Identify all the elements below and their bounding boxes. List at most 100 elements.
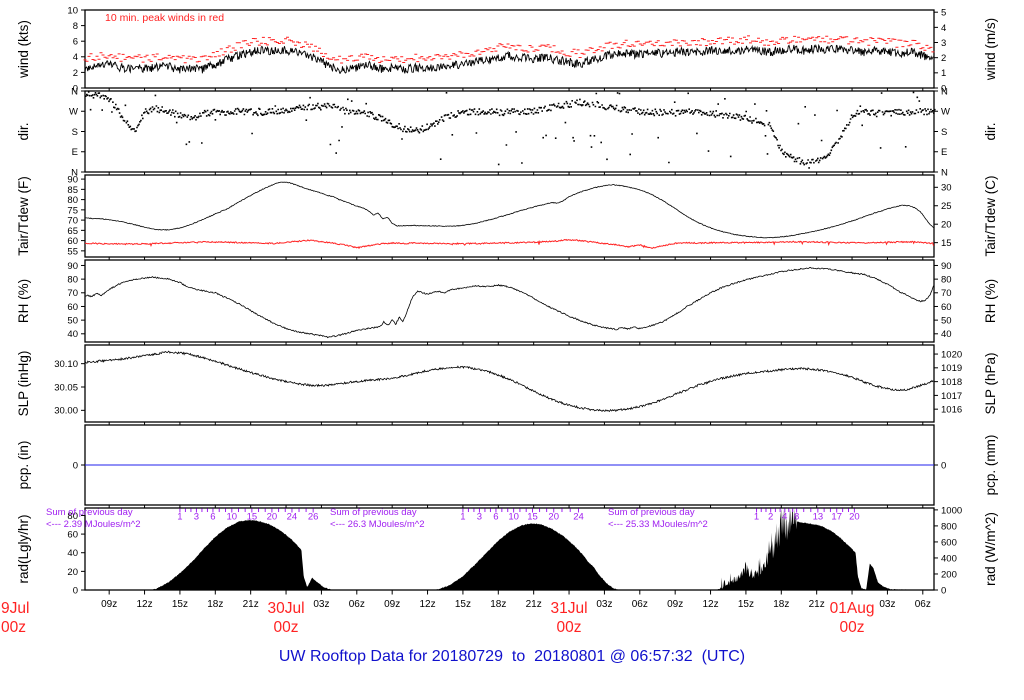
y-tick-label: 4: [941, 23, 946, 34]
sum-annotation: Sum of previous day: [46, 507, 133, 518]
x-axis-labels: 09z 12z 15z 18z 21z 03z 06z 09z 12z 15z 18z 21z 03z 0…: [1, 599, 931, 636]
cum-label: 20: [267, 512, 278, 523]
x-hour-label: 09z: [101, 599, 117, 610]
cum-label: 4: [782, 512, 787, 523]
panel-rad: 80604020010008006004002000rad(Lgly/hr) ra…: [16, 505, 998, 596]
axis-title-right: rad (W/m^2): [983, 512, 998, 586]
panel-dir: NWSENNWSENdir. dir.: [16, 86, 998, 178]
axis-title-left: dir.: [16, 122, 31, 140]
x-date-label: 00z: [274, 619, 299, 636]
y-tick-label: 0: [73, 460, 78, 471]
series-wind-avg: [84, 43, 934, 74]
y-tick-label: 0: [941, 460, 946, 471]
y-tick-label: S: [72, 127, 78, 138]
series-tdew: [84, 238, 934, 250]
x-hour-label: 09z: [667, 599, 683, 610]
x-date-label-clipped: 00z: [1, 619, 26, 636]
y-tick-label: 80: [941, 275, 952, 286]
cum-label: 8: [794, 512, 799, 523]
y-tick-label: 1018: [941, 377, 962, 388]
y-tick-label: 60: [941, 302, 952, 313]
x-hour-label: 21z: [809, 599, 825, 610]
y-tick-label: 1: [941, 68, 946, 79]
x-hour-label: 18z: [207, 599, 223, 610]
y-tick-label: 80: [67, 275, 78, 286]
cum-label: 2: [768, 512, 773, 523]
y-tick-label: 0: [73, 585, 78, 596]
y-tick-label: E: [72, 147, 78, 158]
axis-title-left: pcp. (in): [16, 441, 31, 490]
series-wind-dir: [85, 91, 936, 174]
cum-label: 17: [831, 512, 842, 523]
y-tick-label: 90: [67, 261, 78, 272]
cum-label: 1: [177, 512, 182, 523]
panel-rh: 90 80 70 60 50 40 90 80 70 60 50 40 RH (%) RH (%): [16, 259, 998, 345]
y-tick-label: 5: [941, 8, 946, 19]
cum-label: 13: [813, 512, 824, 523]
axis-title-left: rad(Lgly/hr): [16, 514, 31, 583]
x-hour-label: 12z: [702, 599, 718, 610]
x-hour-label: 18z: [773, 599, 789, 610]
y-tick-label: 40: [67, 329, 78, 340]
axis-title-left: RH (%): [16, 279, 31, 323]
cum-label: 26: [308, 512, 319, 523]
cum-label: 15: [247, 512, 258, 523]
cum-label: 24: [573, 512, 584, 523]
y-tick-label: 90: [941, 261, 952, 272]
cum-label: 3: [477, 512, 482, 523]
x-hour-label: 12z: [136, 599, 152, 610]
panel-frame: [84, 259, 935, 343]
cum-label: 3: [194, 512, 199, 523]
y-tick-label: 1020: [941, 349, 962, 360]
axis-title-left: wind (kts): [16, 20, 31, 79]
y-tick-label: N: [941, 86, 948, 97]
panel-slp: 30.10 30.05 30.00 1020 1019 1018 1017 1016 SLP (…: [16, 344, 998, 425]
y-tick-label: 8: [73, 21, 78, 32]
x-hour-label: 18z: [490, 599, 506, 610]
x-date-label: 01Aug: [830, 600, 875, 617]
y-tick-label: 60: [67, 302, 78, 313]
x-hour-label: 03z: [879, 599, 895, 610]
cum-label: 24: [287, 512, 298, 523]
cum-label: 1: [460, 512, 465, 523]
cum-label: 20: [548, 512, 559, 523]
y-tick-label: 600: [941, 537, 957, 548]
cum-label: 1: [754, 512, 759, 523]
series-tair: [84, 181, 934, 239]
x-hour-label: 03z: [596, 599, 612, 610]
y-tick-label: 200: [941, 569, 957, 580]
axis-title-right: dir.: [983, 122, 998, 140]
y-tick-label: 30.10: [54, 359, 78, 370]
y-tick-label: 10: [67, 5, 78, 16]
y-tick-label: 60: [67, 529, 78, 540]
y-tick-label: 1016: [941, 405, 962, 416]
x-hour-label: 09z: [384, 599, 400, 610]
sum-annotation: Sum of previous day: [330, 507, 417, 518]
x-hour-label: 15z: [172, 599, 188, 610]
cum-label: 20: [849, 512, 860, 523]
y-tick-label: 40: [67, 548, 78, 559]
axis-title-right: pcp. (mm): [983, 435, 998, 496]
x-date-label: 30Jul: [268, 600, 305, 617]
y-tick-label: 30: [941, 183, 952, 194]
cum-label: 6: [493, 512, 498, 523]
sum-annotation: <--- 2.39 MJoules/m^2: [46, 519, 140, 530]
panel-annotation: 10 min. peak winds in red: [105, 12, 224, 24]
y-tick-label: 50: [67, 316, 78, 327]
axis-title-left: Tair/Tdew (F): [16, 176, 31, 256]
x-hour-label: 06z: [349, 599, 365, 610]
y-tick-label: 25: [941, 201, 952, 212]
x-date-label: 00z: [840, 619, 865, 636]
sum-annotation: Sum of previous day: [608, 507, 695, 518]
y-tick-label: 40: [941, 329, 952, 340]
y-tick-label: 1019: [941, 363, 962, 374]
y-tick-label: 1017: [941, 391, 962, 402]
y-tick-label: W: [941, 107, 950, 118]
panel-frame: [84, 90, 935, 173]
y-tick-label: 55: [67, 246, 78, 257]
x-hour-label: 06z: [632, 599, 648, 610]
x-date-label-clipped: 9Jul: [1, 600, 29, 617]
figure-title: UW Rooftop Data for 20180729 to 20180801…: [278, 648, 746, 665]
y-tick-label: S: [941, 127, 947, 138]
panel-pcp: 0 0 pcp. (in) pcp. (mm): [16, 424, 998, 508]
